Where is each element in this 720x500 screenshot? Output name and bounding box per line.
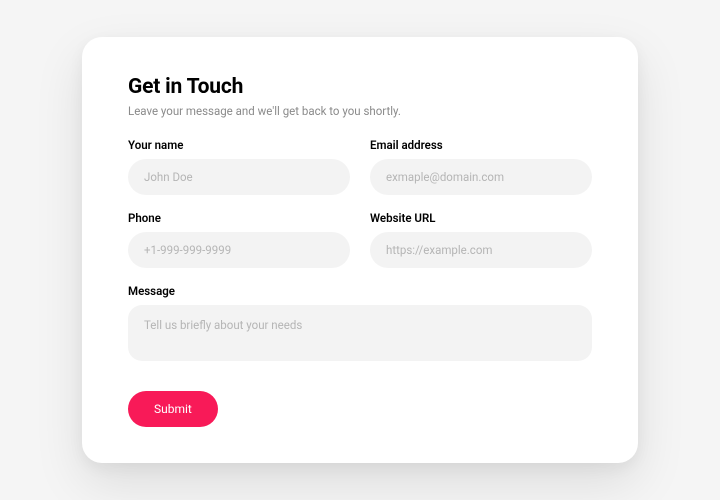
phone-label: Phone <box>128 211 350 225</box>
website-label: Website URL <box>370 211 592 225</box>
form-row-1: Your name Email address <box>128 138 592 195</box>
website-input[interactable] <box>370 232 592 268</box>
form-row-2: Phone Website URL <box>128 211 592 268</box>
page-subtitle: Leave your message and we'll get back to… <box>128 104 592 118</box>
message-input[interactable] <box>128 305 592 361</box>
field-phone: Phone <box>128 211 350 268</box>
email-input[interactable] <box>370 159 592 195</box>
field-website: Website URL <box>370 211 592 268</box>
name-label: Your name <box>128 138 350 152</box>
name-input[interactable] <box>128 159 350 195</box>
form-row-3: Message <box>128 284 592 361</box>
message-label: Message <box>128 284 592 298</box>
submit-button[interactable]: Submit <box>128 391 218 427</box>
page-title: Get in Touch <box>128 75 592 99</box>
field-email: Email address <box>370 138 592 195</box>
field-name: Your name <box>128 138 350 195</box>
email-label: Email address <box>370 138 592 152</box>
phone-input[interactable] <box>128 232 350 268</box>
contact-card: Get in Touch Leave your message and we'l… <box>82 37 638 463</box>
field-message: Message <box>128 284 592 361</box>
